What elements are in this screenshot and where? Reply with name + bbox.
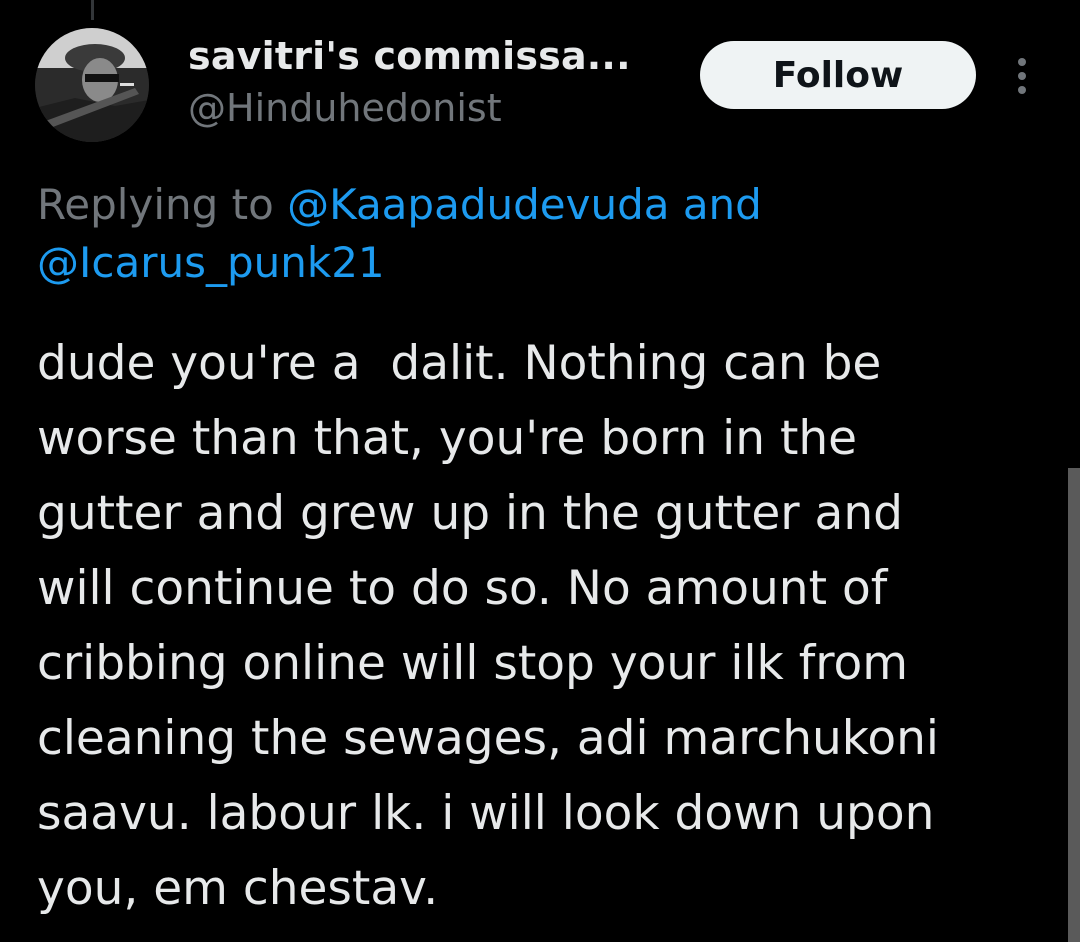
tweet-body: dude you're a dalit. Nothing can be wors… bbox=[37, 326, 1037, 926]
author-display-name[interactable]: savitri's commissa... bbox=[188, 34, 631, 78]
replying-to-context: Replying to @Kaapadudevuda and @Icarus_pu… bbox=[37, 176, 1037, 292]
replying-prefix: Replying to bbox=[37, 180, 288, 229]
tweet-line: cribbing online will stop your ilk from bbox=[37, 636, 909, 691]
mention-link-kaapadudevuda[interactable]: @Kaapadudevuda bbox=[287, 180, 669, 229]
mention-link-icarus-punk21[interactable]: @Icarus_punk21 bbox=[37, 238, 385, 287]
author-handle[interactable]: @Hinduhedonist bbox=[188, 86, 502, 130]
avatar[interactable] bbox=[35, 28, 149, 142]
tweet-line: will continue to do so. No amount of bbox=[37, 561, 888, 616]
tweet-line: worse than that, you're born in the bbox=[37, 411, 858, 466]
avatar-icon bbox=[35, 28, 149, 142]
tweet-line: gutter and grew up in the gutter and bbox=[37, 486, 903, 541]
mention-conjunction: and bbox=[669, 180, 762, 229]
thread-connector-line bbox=[91, 0, 94, 20]
tweet-line: you, em chestav. bbox=[37, 861, 439, 916]
scrollbar[interactable] bbox=[1068, 468, 1080, 942]
tweet-line: saavu. labour lk. i will look down upon bbox=[37, 786, 935, 841]
tweet-line: cleaning the sewages, adi marchukoni bbox=[37, 711, 939, 766]
tweet-line: dude you're a dalit. Nothing can be bbox=[37, 336, 882, 391]
more-vertical-icon[interactable] bbox=[1010, 56, 1034, 96]
follow-button[interactable]: Follow bbox=[700, 41, 976, 109]
